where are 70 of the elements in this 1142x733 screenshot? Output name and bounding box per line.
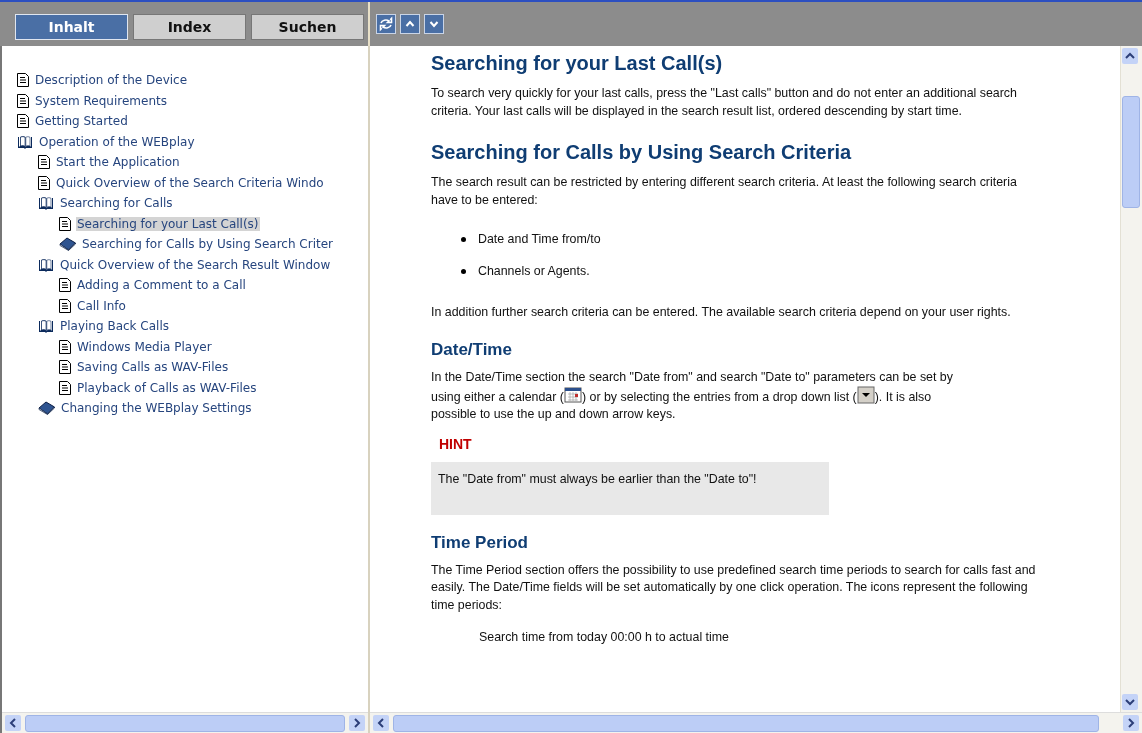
scroll-up-icon[interactable] bbox=[1122, 48, 1138, 64]
hint-box: The "Date from" must always be earlier than the "Date to"! bbox=[431, 461, 829, 515]
tab[interactable]: Index bbox=[133, 14, 246, 40]
hint-label: HINT bbox=[439, 435, 473, 452]
open-book-icon bbox=[17, 134, 33, 149]
toc-item[interactable]: Call Info bbox=[76, 298, 127, 313]
page-icon bbox=[59, 216, 71, 231]
scroll-left-icon[interactable] bbox=[373, 715, 389, 731]
closed-book-icon bbox=[59, 237, 76, 252]
sync-icon[interactable] bbox=[376, 14, 396, 34]
page-icon bbox=[17, 73, 29, 88]
toc-item[interactable]: Adding a Comment to a Call bbox=[76, 278, 247, 293]
scroll-down-icon[interactable] bbox=[1122, 694, 1138, 710]
paragraph: The Time Period section offers the possibility to use predefined search time periods to search for calls fast and easily. The Date/Time fields will be set automatically by one click operation. The icons represent the following time periods: bbox=[431, 561, 1037, 614]
page-icon bbox=[17, 114, 29, 129]
dropdown-icon bbox=[856, 386, 875, 404]
page-icon bbox=[59, 298, 71, 313]
closed-book-icon bbox=[38, 401, 55, 416]
toc-item[interactable]: Quick Overview of the Search Criteria Windo bbox=[55, 175, 325, 190]
page-icon bbox=[59, 339, 71, 354]
scroll-right-icon[interactable] bbox=[349, 715, 365, 731]
section-heading: Searching for your Last Call(s) bbox=[431, 51, 724, 75]
page-icon bbox=[59, 360, 71, 375]
toc-item[interactable]: Start the Application bbox=[55, 155, 181, 170]
page-icon bbox=[38, 175, 50, 190]
bullet-item: Channels or Agents. bbox=[478, 263, 590, 280]
paragraph: Search time from today 00:00 h to actual time bbox=[478, 629, 730, 646]
toc-item[interactable]: Windows Media Player bbox=[76, 339, 213, 354]
toc-item[interactable]: Saving Calls as WAV-Files bbox=[76, 360, 230, 375]
subsection-heading: Date/Time bbox=[431, 339, 513, 360]
toc-item[interactable]: System Requirements bbox=[34, 93, 168, 108]
open-book-icon bbox=[38, 196, 54, 211]
horizontal-scrollbar[interactable] bbox=[2, 712, 368, 733]
open-book-icon bbox=[38, 257, 54, 272]
page-icon bbox=[59, 380, 71, 395]
toc-item[interactable]: Quick Overview of the Search Result Window bbox=[59, 257, 332, 272]
paragraph-text: ). It is also bbox=[874, 388, 932, 406]
chevron-up-icon[interactable] bbox=[400, 14, 420, 34]
section-heading: Searching for Calls by Using Search Criteria bbox=[431, 140, 853, 164]
scroll-left-icon[interactable] bbox=[5, 715, 21, 731]
bullet-item: Date and Time from/to bbox=[478, 231, 601, 248]
page-icon bbox=[59, 278, 71, 293]
page-icon bbox=[17, 93, 29, 108]
toc-item[interactable]: Searching for Calls by Using Search Criter bbox=[81, 237, 335, 252]
horizontal-scrollbar[interactable] bbox=[370, 712, 1142, 733]
toc-item[interactable]: Searching for your Last Call(s) bbox=[76, 216, 260, 231]
page-icon bbox=[38, 155, 50, 170]
paragraph-text: using either a calendar ( bbox=[431, 388, 564, 406]
vertical-scrollbar[interactable] bbox=[1120, 46, 1142, 712]
paragraph-text: possible to use the up and down arrow keys. bbox=[431, 406, 676, 423]
toc-item[interactable]: Changing the WEBplay Settings bbox=[60, 401, 253, 416]
tab[interactable]: Inhalt bbox=[15, 14, 128, 40]
scroll-right-icon[interactable] bbox=[1123, 715, 1139, 731]
toc-item[interactable]: Description of the Device bbox=[34, 73, 189, 88]
paragraph-text: ) or by selecting the entries from a drop down list ( bbox=[581, 388, 857, 406]
toc-item[interactable]: Searching for Calls bbox=[59, 196, 174, 211]
toc-item[interactable]: Playback of Calls as WAV-Files bbox=[76, 380, 258, 395]
paragraph: To search very quickly for your last calls, press the "Last calls" button and do not enter an additional search criteria. Your last calls will be displayed in the search result list, ordered descending by start time. bbox=[431, 85, 1018, 120]
paragraph: In addition further search criteria can be entered. The available search criteria depend on your user rights. bbox=[431, 304, 1012, 321]
toc-item[interactable]: Playing Back Calls bbox=[59, 319, 170, 334]
toc-item[interactable]: Getting Started bbox=[34, 114, 129, 129]
chevron-down-icon[interactable] bbox=[424, 14, 444, 34]
calendar-icon bbox=[563, 386, 582, 404]
paragraph: The search result can be restricted by entering different search criteria. At least the following search criteria have to be entered: bbox=[431, 174, 1018, 209]
subsection-heading: Time Period bbox=[431, 532, 529, 553]
toc-item[interactable]: Operation of the WEBplay bbox=[38, 134, 196, 149]
paragraph-text: In the Date/Time section the search "Date from" and search "Date to" parameters can be set by bbox=[431, 368, 953, 386]
tab[interactable]: Suchen bbox=[251, 14, 364, 40]
scroll-thumb[interactable] bbox=[1122, 96, 1140, 208]
open-book-icon bbox=[38, 319, 54, 334]
